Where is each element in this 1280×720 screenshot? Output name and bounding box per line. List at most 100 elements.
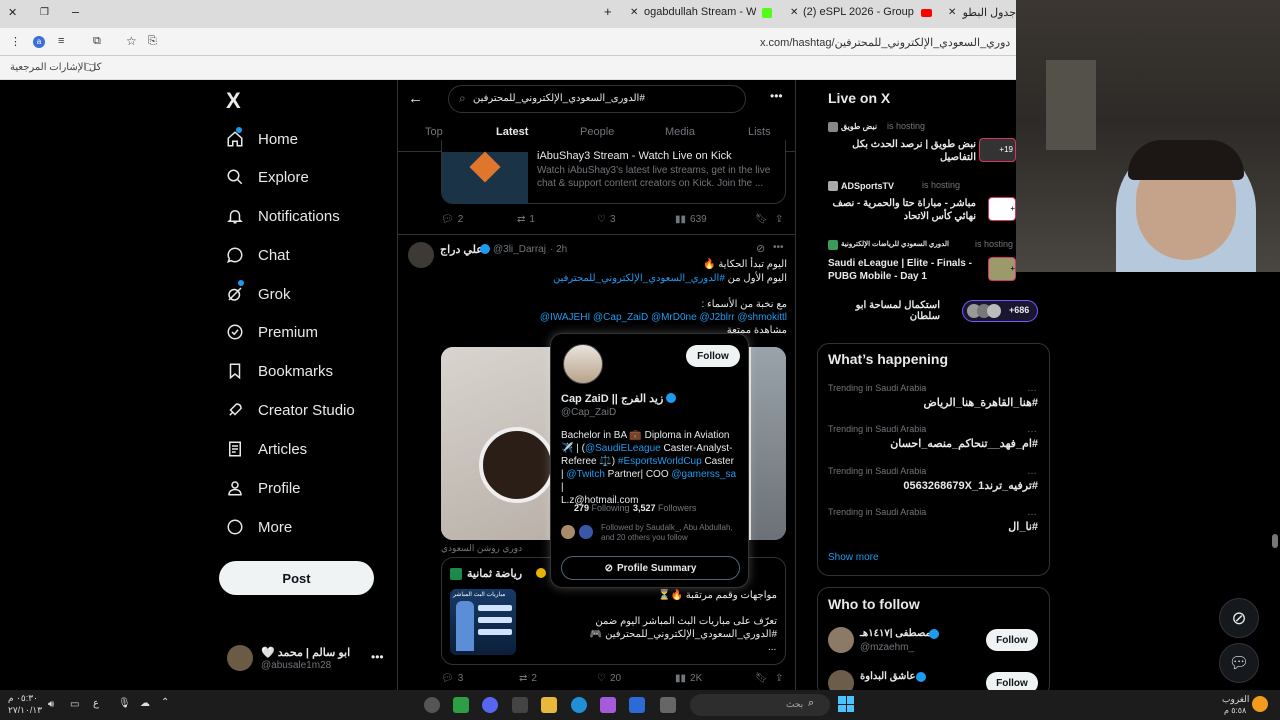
live-title[interactable]: Saudi eLeague | Elite - Finals - PUBG Mo…: [828, 257, 976, 283]
screenshot-icon[interactable]: ⎘: [148, 35, 157, 48]
more-options-icon[interactable]: •••: [770, 89, 783, 103]
trend-menu-icon[interactable]: …: [1027, 466, 1037, 477]
clock-time[interactable]: ٠٥:٣٠ م: [8, 693, 38, 704]
mic-icon[interactable]: 🎙︎: [118, 698, 131, 709]
window-control-icon[interactable]: ✕: [8, 6, 17, 19]
star-icon[interactable]: ☆: [126, 34, 137, 48]
url-field[interactable]: x.com/hashtag/دوري_السعودي_الإلكتروني_لل…: [760, 36, 1016, 49]
profile-summary-button[interactable]: ⊘ Profile Summary: [561, 556, 740, 580]
profile-icon[interactable]: a: [33, 36, 45, 48]
grok-floating-button[interactable]: ⊘: [1219, 598, 1259, 638]
suggest-handle[interactable]: @mzaehm_: [860, 642, 914, 653]
sidebar-item-more[interactable]: More: [226, 509, 292, 545]
reply-button[interactable]: 💬︎ 3: [441, 673, 463, 684]
post-button[interactable]: Post: [219, 561, 374, 595]
menu-dots-icon[interactable]: ⋮: [10, 35, 21, 48]
trend-menu-icon[interactable]: …: [1027, 507, 1037, 518]
sidebar-item-articles[interactable]: Articles: [226, 431, 307, 467]
avatar[interactable]: [408, 242, 434, 268]
new-tab-button[interactable]: +: [604, 4, 612, 19]
clock-date[interactable]: ٢٧/١٠/١٣: [8, 705, 42, 716]
tab-people[interactable]: People: [580, 126, 614, 138]
grok-icon[interactable]: ⊘: [756, 242, 765, 255]
minimize-button[interactable]: –: [72, 4, 79, 19]
follow-button[interactable]: Follow: [686, 345, 740, 367]
live-listeners[interactable]: +: [988, 257, 1016, 281]
sidebar-item-chat[interactable]: Chat: [226, 237, 290, 273]
live-title[interactable]: مباشر - مباراة حتا والحمرية - نصف نهائي …: [828, 197, 976, 223]
trend-name[interactable]: #ام_فهد__تنحاكم_منصه_احسان: [890, 437, 1038, 450]
tray-app-icon[interactable]: ☁︎: [140, 698, 150, 709]
app-record-icon[interactable]: [424, 697, 440, 713]
network-icon[interactable]: ▭: [70, 699, 79, 710]
account-menu-icon[interactable]: •••: [371, 650, 384, 664]
weather-label[interactable]: الغروب: [1222, 694, 1249, 705]
mention-link[interactable]: @gamerss_sa: [671, 469, 736, 480]
sidebar-item-bookmarks[interactable]: Bookmarks: [226, 353, 333, 389]
following-link[interactable]: 279 Following: [574, 503, 630, 513]
tab-lists[interactable]: Lists: [748, 126, 771, 138]
tab-top[interactable]: Top: [425, 126, 443, 138]
views-button[interactable]: ▮▮ 2K: [675, 673, 702, 684]
copilot-icon[interactable]: [600, 697, 616, 713]
views-button[interactable]: ▮▮ 639: [675, 214, 707, 225]
outlook-icon[interactable]: [629, 697, 645, 713]
like-button[interactable]: ♡ 3: [597, 214, 616, 225]
repost-button[interactable]: ⇄ 1: [517, 214, 535, 225]
followers-link[interactable]: 3,527 Followers: [633, 503, 697, 513]
tab-close-icon[interactable]: ✕: [790, 7, 798, 18]
sidebar-item-grok[interactable]: Grok: [226, 276, 291, 312]
share-button[interactable]: ⇪: [775, 673, 783, 684]
popup-name[interactable]: Cap ZaiD || زيد الفرج: [561, 392, 663, 405]
language-indicator[interactable]: ع: [93, 698, 99, 709]
hashtag-link[interactable]: #الدوري_السعودي_الإلكتروني_للمحترفين: [553, 273, 725, 284]
suggest-name[interactable]: مصطفى |١٤١٧هـ: [860, 628, 931, 639]
translate-icon[interactable]: ≡: [58, 35, 64, 47]
x-logo[interactable]: X: [226, 88, 241, 114]
post-time[interactable]: · 2h: [550, 244, 567, 255]
search-input[interactable]: ⌕ #الدورى_السعودي_الإلكتروني_للمحترفين: [448, 85, 746, 113]
suggest-name[interactable]: عاشق البداوة: [860, 671, 915, 682]
live-listeners-pill[interactable]: +686: [962, 300, 1038, 322]
chrome-icon[interactable]: [453, 697, 469, 713]
trend-name[interactable]: #ترفيه_ترند1_0563268679X: [903, 479, 1038, 492]
share-button[interactable]: ⇪: [775, 214, 783, 225]
hashtag-link[interactable]: #EsportsWorldCup: [618, 456, 702, 467]
windows-start-icon[interactable]: [838, 696, 854, 712]
repost-button[interactable]: ⇄ 2: [519, 673, 537, 684]
taskbar-search[interactable]: ⌕ بحث: [690, 694, 830, 716]
post-handle[interactable]: @3li_Darraj: [493, 244, 546, 255]
sidebar-item-notifications[interactable]: Notifications: [226, 198, 340, 234]
mention-link[interactable]: @SaudiELeague: [585, 443, 661, 454]
follow-button[interactable]: Follow: [986, 629, 1038, 651]
store-icon[interactable]: [512, 697, 528, 713]
sun-icon[interactable]: [1252, 696, 1268, 712]
live-listeners[interactable]: +19: [979, 138, 1016, 162]
live-listeners[interactable]: +: [988, 197, 1016, 221]
mentions-link[interactable]: @IWAJEHI @Cap_ZaiD @MrD0ne @J2blrr @shmo…: [498, 312, 787, 323]
bookmark-button[interactable]: 🔖︎: [755, 214, 768, 225]
tab-close-icon[interactable]: ✕: [630, 7, 638, 18]
sidebar-item-creator-studio[interactable]: Creator Studio: [226, 392, 355, 428]
reply-button[interactable]: 💬︎ 2: [441, 214, 463, 225]
live-title[interactable]: نبض طويق | نرصد الحدث بكل التفاصيل: [828, 138, 976, 164]
volume-icon[interactable]: 🔊︎: [48, 699, 54, 710]
tab-latest[interactable]: Latest: [496, 126, 528, 138]
bookmark-button[interactable]: 🔖︎: [755, 673, 768, 684]
live-title[interactable]: استكمال لمساحة ابو سلطان: [828, 300, 940, 322]
sidebar-item-profile[interactable]: Profile: [226, 470, 301, 506]
trend-name[interactable]: #نا_ال: [1008, 520, 1038, 533]
sidebar-item-premium[interactable]: Premium: [226, 314, 318, 350]
browser-tab-1[interactable]: ogabdullah Stream - Watch Live...: [644, 6, 756, 18]
browser-tab-3[interactable]: جدول البطو...: [962, 6, 1016, 19]
chat-floating-button[interactable]: 💬︎: [1219, 643, 1259, 683]
avatar[interactable]: [227, 645, 253, 671]
post-menu-icon[interactable]: •••: [773, 242, 784, 253]
popup-handle[interactable]: @Cap_ZaiD: [561, 407, 616, 418]
page-scrollbar[interactable]: [1272, 534, 1278, 548]
like-button[interactable]: ♡ 20: [597, 673, 621, 684]
sidebar-item-home[interactable]: Home: [226, 121, 298, 157]
sidebar-item-explore[interactable]: Explore: [226, 159, 309, 195]
edge-icon[interactable]: [571, 697, 587, 713]
weather-time[interactable]: ٥:٥٨ م: [1224, 706, 1246, 715]
